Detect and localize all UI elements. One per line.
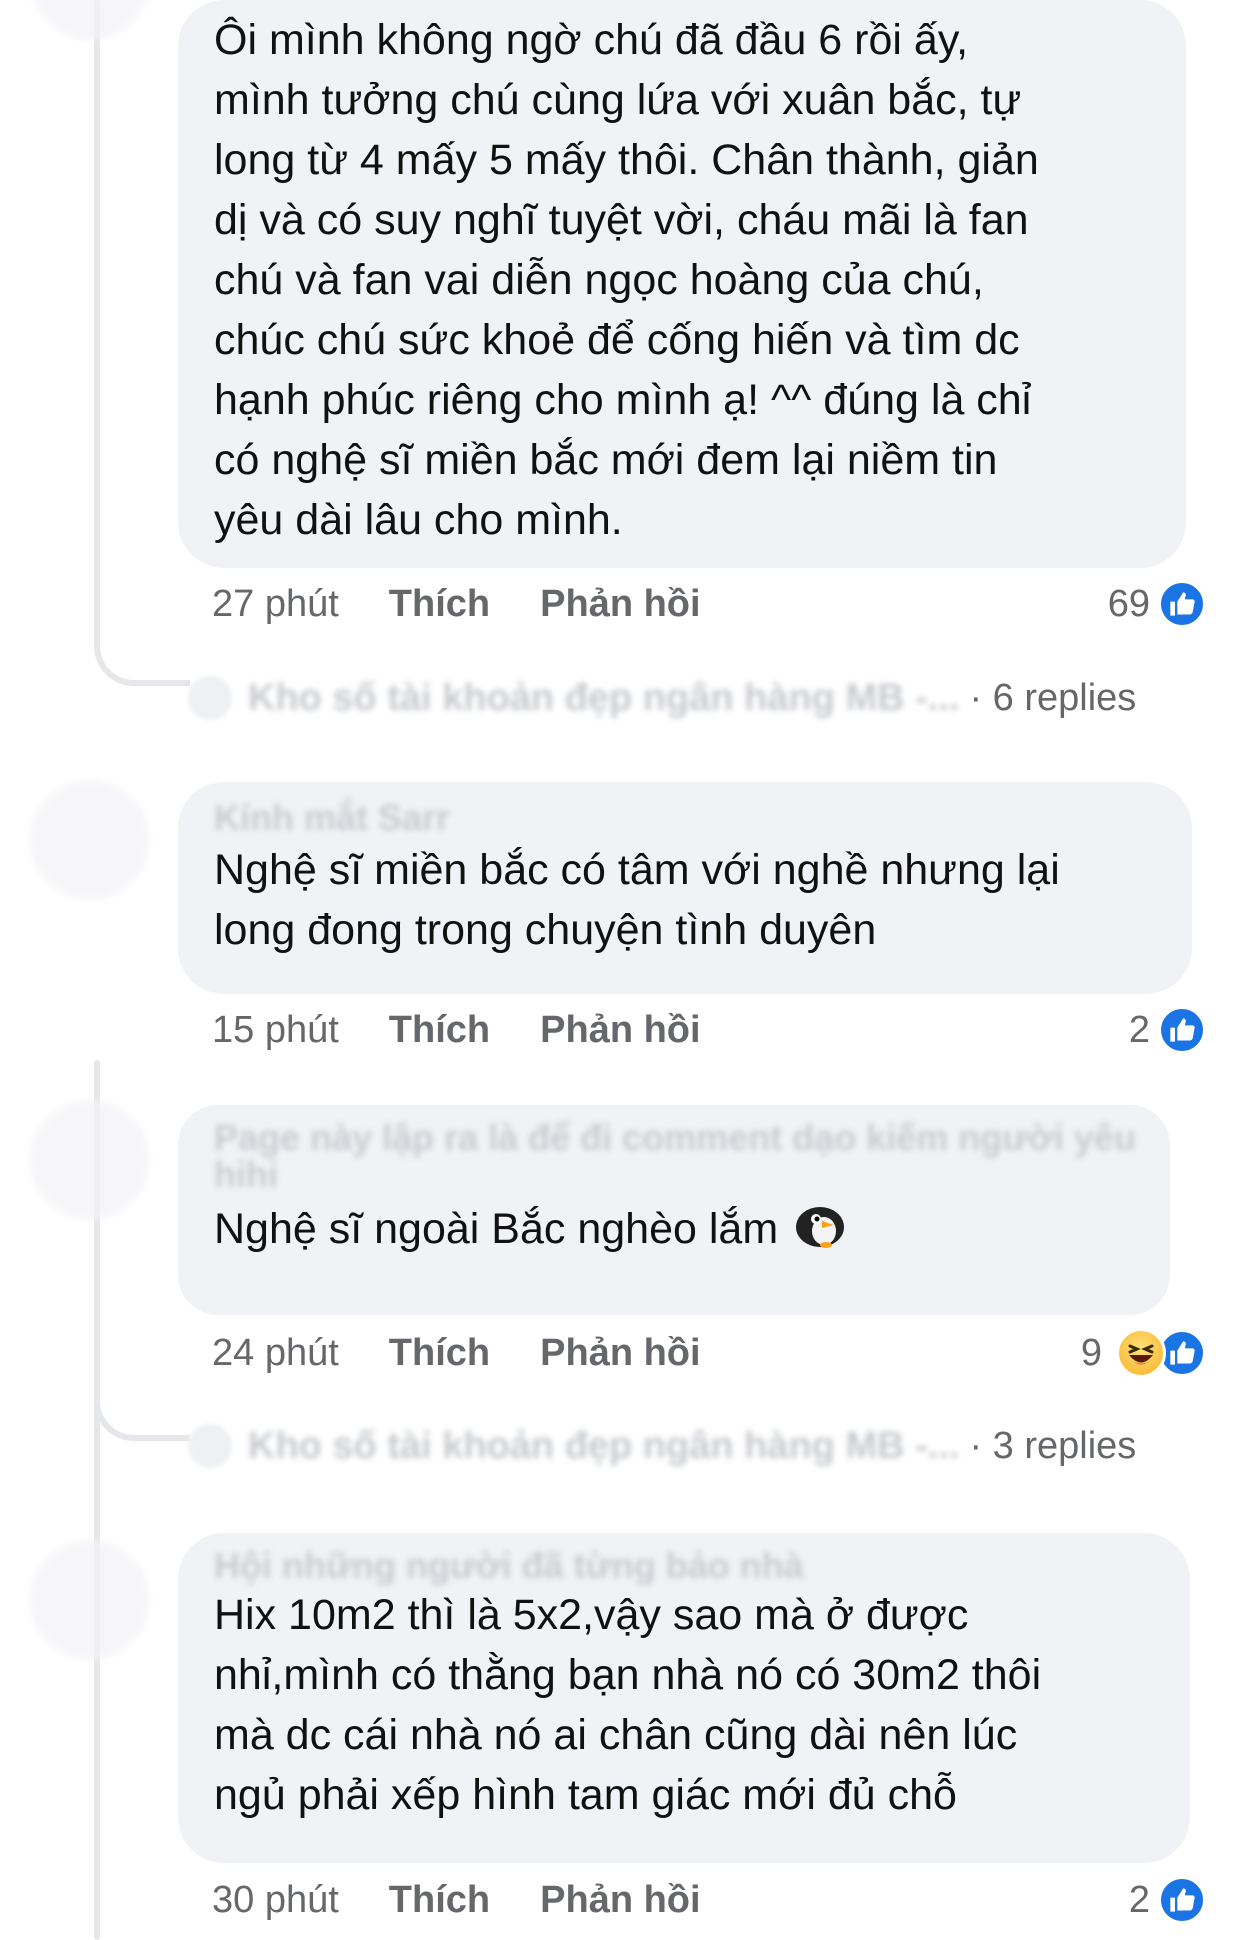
comment-text: Ôi mình không ngờ chú đã đầu 6 rồi ấy, m… <box>214 16 1039 544</box>
comment-author[interactable]: Hội những người đã từng bảo nhà <box>214 1547 1158 1585</box>
comment-author[interactable]: Page này lập ra là để đi comment dạo kiế… <box>214 1119 1138 1193</box>
reply-count: · 3 replies <box>969 1424 1137 1467</box>
reaction-summary[interactable]: 9 <box>1081 1323 1206 1383</box>
reaction-summary[interactable]: 69 <box>1108 574 1206 634</box>
haha-icon <box>1116 1328 1166 1378</box>
like-button[interactable]: Thích <box>389 1009 490 1052</box>
thread-curve <box>94 560 190 686</box>
reply-avatar <box>188 676 232 720</box>
reaction-count: 2 <box>1128 1008 1150 1051</box>
view-replies[interactable]: Kho số tài khoản đẹp ngân hàng MB -... ·… <box>188 670 1136 726</box>
avatar[interactable] <box>30 0 150 40</box>
avatar[interactable] <box>30 1100 150 1220</box>
comment-actions: 30 phút Thích Phản hồi <box>212 1870 701 1930</box>
like-icon <box>1158 580 1206 628</box>
comment-time[interactable]: 24 phút <box>212 1332 339 1375</box>
comment-time[interactable]: 27 phút <box>212 583 339 626</box>
comment-author[interactable]: Kính mắt Sarr <box>214 796 1160 840</box>
reply-author: Kho số tài khoản đẹp ngân hàng MB -... <box>248 676 960 719</box>
view-replies[interactable]: Kho số tài khoản đẹp ngân hàng MB -... ·… <box>188 1418 1136 1474</box>
comment-bubble[interactable]: Page này lập ra là để đi comment dạo kiế… <box>178 1105 1170 1315</box>
comment-actions: 15 phút Thích Phản hồi <box>212 1000 701 1060</box>
comment-bubble[interactable]: Hội những người đã từng bảo nhà Hix 10m2… <box>178 1533 1190 1863</box>
reply-avatar <box>188 1424 232 1468</box>
comment-text: Nghệ sĩ miền bắc có tâm với nghề nhưng l… <box>214 846 1060 954</box>
reply-button[interactable]: Phản hồi <box>540 583 700 626</box>
comment-text: Nghệ sĩ ngoài Bắc nghèo lắm <box>214 1199 1138 1265</box>
avatar[interactable] <box>30 1540 150 1660</box>
like-icon <box>1158 1876 1206 1924</box>
like-button[interactable]: Thích <box>389 1332 490 1375</box>
reply-button[interactable]: Phản hồi <box>540 1009 700 1052</box>
comment-time[interactable]: 15 phút <box>212 1009 339 1052</box>
thread-line <box>94 0 100 600</box>
comment-bubble[interactable]: Ôi mình không ngờ chú đã đầu 6 rồi ấy, m… <box>178 0 1186 568</box>
like-icon <box>1158 1006 1206 1054</box>
reply-button[interactable]: Phản hồi <box>540 1332 700 1375</box>
reaction-summary[interactable]: 2 <box>1129 1870 1206 1930</box>
reaction-count: 9 <box>1080 1331 1102 1374</box>
comment-actions: 24 phút Thích Phản hồi <box>212 1323 701 1383</box>
like-button[interactable]: Thích <box>389 583 490 626</box>
comment-bubble[interactable]: Kính mắt Sarr Nghệ sĩ miền bắc có tâm vớ… <box>178 782 1192 994</box>
comment-time[interactable]: 30 phút <box>212 1879 339 1922</box>
comment-text-content: Nghệ sĩ ngoài Bắc nghèo lắm <box>214 1205 779 1253</box>
avatar[interactable] <box>30 780 150 900</box>
like-button[interactable]: Thích <box>389 1879 490 1922</box>
reaction-summary[interactable]: 2 <box>1129 1000 1206 1060</box>
reply-button[interactable]: Phản hồi <box>540 1879 700 1922</box>
reaction-count: 2 <box>1128 1878 1150 1921</box>
penguin-icon <box>792 1201 848 1265</box>
reply-count: · 6 replies <box>969 676 1137 719</box>
thread-curve <box>94 1380 190 1441</box>
reaction-count: 69 <box>1107 582 1150 625</box>
comment-actions: 27 phút Thích Phản hồi <box>212 574 701 634</box>
reply-author: Kho số tài khoản đẹp ngân hàng MB -... <box>248 1424 960 1467</box>
comment-text: Hix 10m2 thì là 5x2,vậy sao mà ở được nh… <box>214 1591 1042 1819</box>
